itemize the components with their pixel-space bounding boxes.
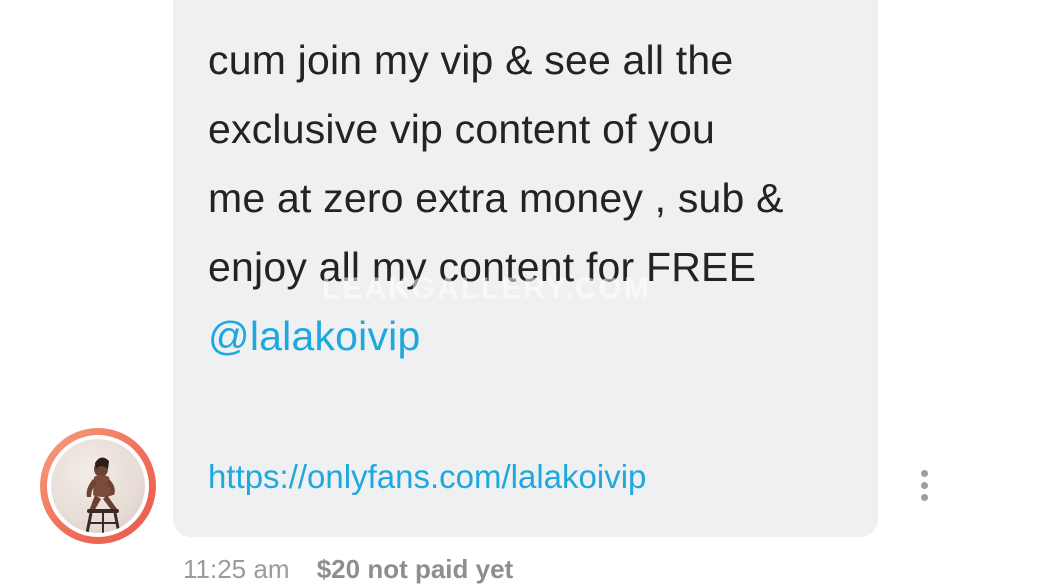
message-time: 11:25 am: [183, 554, 290, 584]
avatar-photo: [51, 439, 145, 533]
avatar-frame: [47, 435, 149, 537]
mention-link[interactable]: @lalakoivip: [208, 312, 420, 360]
menu-dot: [921, 482, 928, 489]
message-link[interactable]: https://onlyfans.com/lalakoivip: [208, 457, 646, 497]
menu-dot: [921, 470, 928, 477]
more-vertical-icon[interactable]: [912, 466, 936, 506]
message-text-line: cum join my vip & see all the: [208, 37, 734, 83]
message-text-line: enjoy all my content for FREE: [208, 244, 757, 290]
message-meta: 11:25 am $20 not paid yet: [183, 554, 513, 584]
price-status: $20 not paid yet: [316, 554, 514, 584]
avatar[interactable]: [40, 428, 156, 544]
message-text-line: exclusive vip content of you: [208, 106, 715, 152]
avatar-figure-icon: [85, 457, 121, 533]
message-text-line: me at zero extra money , sub &: [208, 175, 784, 221]
menu-dot: [921, 494, 928, 501]
